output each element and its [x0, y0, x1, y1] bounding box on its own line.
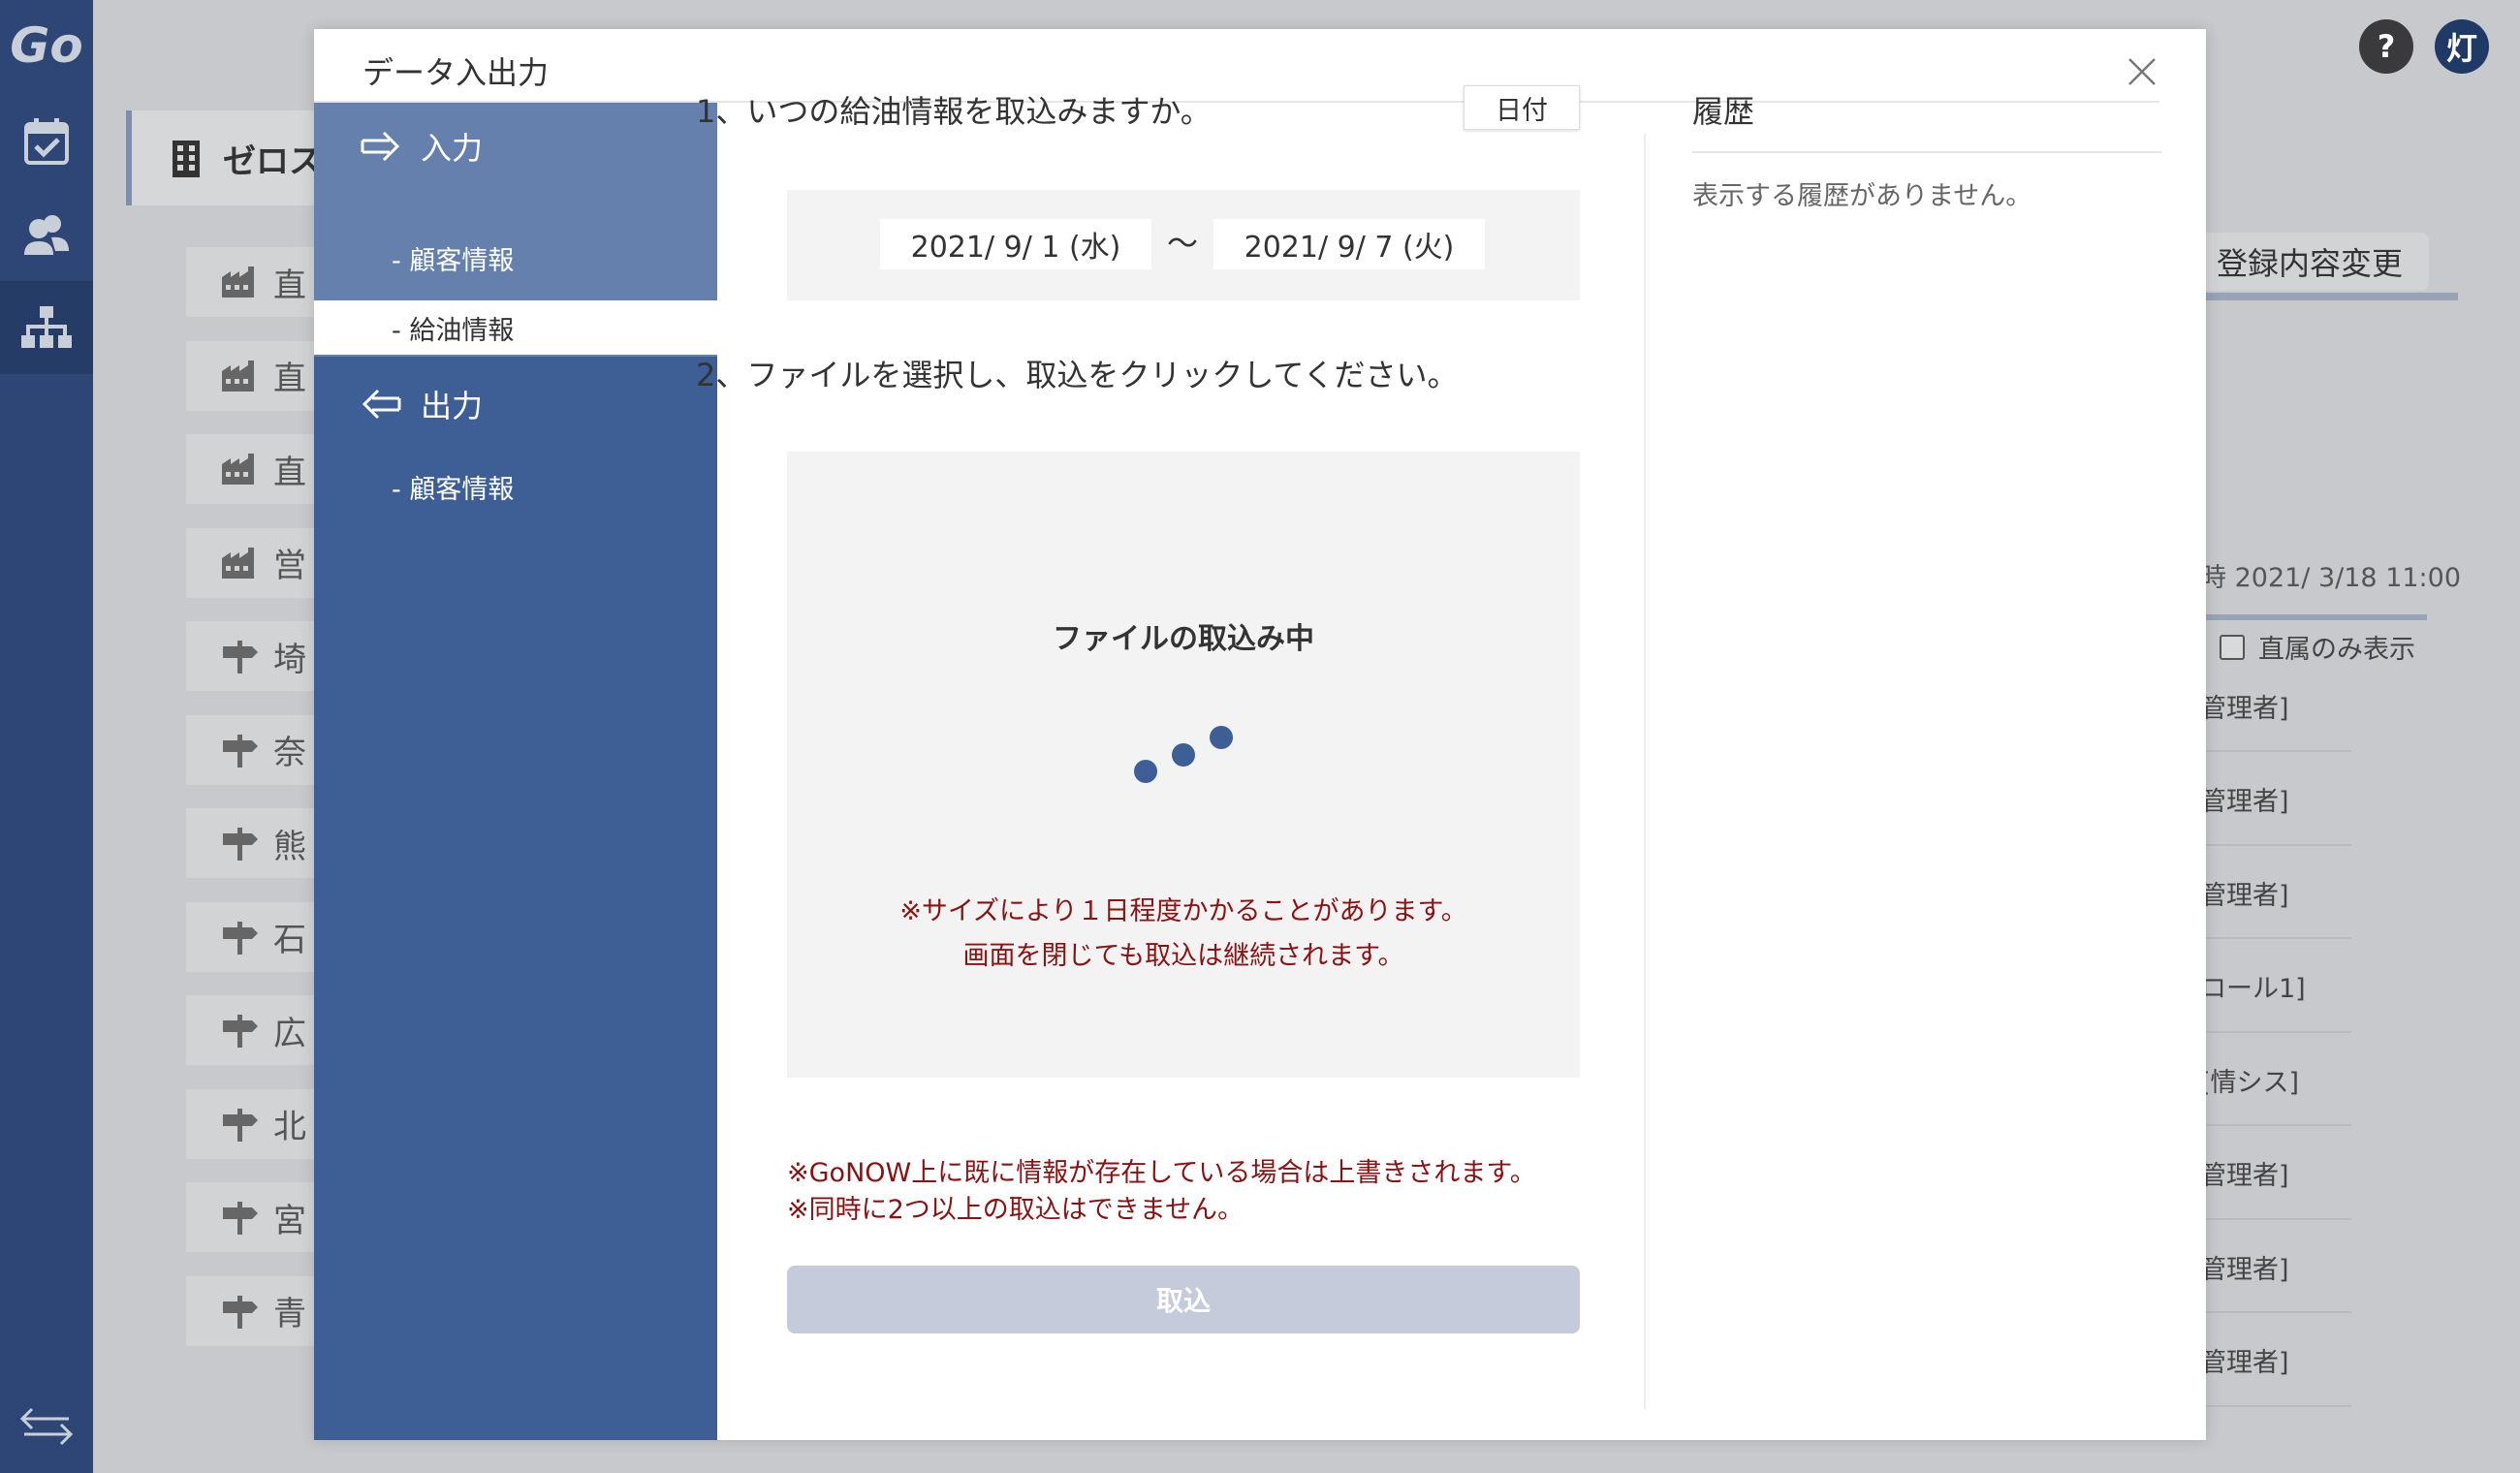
help-button[interactable]: ?	[2359, 19, 2413, 74]
close-button[interactable]	[2121, 50, 2163, 93]
swap-arrows-icon	[19, 1407, 74, 1446]
data-io-modal: データ入出力 入力 - 顧客情報 - 給油情報 出力 - 顧客情報 1、いつの給…	[314, 29, 2206, 1440]
org-item-label: 宮	[273, 1201, 306, 1240]
member-role: [情シス]	[2200, 1035, 2351, 1126]
history-empty-message: 表示する履歴がありません。	[1692, 181, 2032, 211]
organization-nav[interactable]	[0, 281, 93, 374]
member-role: ロール1]	[2200, 942, 2351, 1033]
history-divider	[1692, 151, 2161, 153]
history-title: 履歴	[1692, 93, 1755, 130]
org-item-label: 直	[273, 266, 306, 305]
help-label: ?	[2377, 28, 2396, 65]
calendar-check-icon	[24, 118, 69, 165]
input-label: 入力	[421, 130, 484, 167]
factory-icon-wrap	[221, 547, 262, 580]
date-to-input[interactable]: 2021/ 9/ 7 (火)	[1213, 219, 1485, 269]
factory-icon	[222, 454, 254, 485]
org-item-label: 熊	[273, 827, 306, 866]
divider-bar	[2200, 293, 2458, 300]
date-from-input[interactable]: 2021/ 9/ 1 (水)	[880, 219, 1151, 269]
org-item-label: 広	[273, 1014, 306, 1053]
member-role: 管理者]	[2200, 1222, 2351, 1313]
user-avatar[interactable]: 灯	[2435, 19, 2489, 74]
factory-icon-wrap	[221, 453, 262, 486]
signpost-icon-wrap	[221, 920, 262, 955]
signpost-icon	[223, 921, 258, 955]
import-button[interactable]: 取込	[787, 1266, 1580, 1333]
building-icon	[173, 141, 200, 177]
member-role: 管理者]	[2200, 1316, 2351, 1407]
signpost-icon-wrap	[221, 1200, 262, 1235]
signpost-icon-wrap	[221, 1013, 262, 1048]
users-nav[interactable]	[0, 188, 93, 281]
org-item-label: 埼	[273, 640, 306, 679]
user-initial: 灯	[2445, 30, 2477, 67]
signpost-icon	[223, 1015, 258, 1048]
date-separator: 〜	[1167, 225, 1199, 262]
org-title: ゼロス	[223, 141, 322, 181]
switch-nav[interactable]	[0, 1405, 93, 1448]
nav-input-customer[interactable]: - 顧客情報	[314, 231, 717, 285]
org-item-label: 石	[273, 921, 306, 959]
factory-icon	[222, 266, 254, 298]
signpost-icon	[223, 1108, 258, 1142]
signpost-icon-wrap	[221, 1294, 262, 1329]
member-role: 管理者]	[2200, 755, 2351, 846]
org-item-label: 営	[273, 547, 306, 585]
signpost-icon-wrap	[221, 733, 262, 768]
step1-heading: 1、いつの給油情報を取込みますか。	[696, 93, 1212, 130]
loading-spinner-icon	[1134, 726, 1233, 783]
close-icon	[2128, 58, 2156, 85]
input-section-header[interactable]: 入力	[361, 124, 483, 169]
file-drop-area[interactable]: ファイルの取込み中 ※サイズにより１日程度かかることがあります。 画面を閉じても…	[787, 452, 1580, 1078]
checkbox-box[interactable]	[2220, 634, 2245, 660]
org-item-label: 北	[273, 1108, 306, 1146]
arrow-left-icon	[362, 389, 401, 420]
member-role: 管理者]	[2200, 848, 2351, 939]
edit-registration-button[interactable]: 登録内容変更	[2190, 233, 2429, 291]
member-role: 管理者]	[2200, 1129, 2351, 1220]
signpost-icon-wrap	[221, 639, 262, 674]
step2-heading: 2、ファイルを選択し、取込をクリックしてください。	[696, 357, 1459, 393]
concurrent-note: ※同時に2つ以上の取込はできません。	[787, 1195, 1244, 1225]
signpost-icon-wrap	[221, 1107, 262, 1142]
signpost-icon	[223, 828, 258, 861]
output-section-header[interactable]: 出力	[361, 382, 483, 426]
org-item-label: 青	[273, 1295, 306, 1333]
signpost-icon	[223, 734, 258, 768]
loading-title: ファイルの取込み中	[1053, 622, 1314, 656]
calendar-nav[interactable]	[0, 95, 93, 188]
date-type-button[interactable]: 日付	[1464, 85, 1580, 130]
divider-bar	[2200, 614, 2427, 620]
app-logo: Go	[10, 17, 83, 74]
app-rail: Go	[0, 0, 93, 1473]
overwrite-note: ※GoNOW上に既に情報が存在している場合は上書きされます。	[787, 1158, 1536, 1188]
modal-title: データ入出力	[362, 54, 550, 91]
nav-input-fuel[interactable]: - 給油情報	[314, 300, 717, 355]
loading-note-duration: ※サイズにより１日程度かかることがあります。	[899, 896, 1467, 926]
factory-icon-wrap	[221, 266, 262, 298]
member-role: 管理者]	[2200, 661, 2351, 752]
arrow-right-icon	[361, 131, 400, 162]
date-range-panel: 2021/ 9/ 1 (水) 〜 2021/ 9/ 7 (火)	[787, 190, 1580, 300]
org-item-label: 直	[273, 453, 306, 492]
last-updated: 時 2021/ 3/18 11:00	[2200, 563, 2461, 593]
org-chart-icon	[21, 306, 72, 348]
loading-note-continue: 画面を閉じても取込は継続されます。	[962, 941, 1404, 971]
output-label: 出力	[421, 388, 484, 424]
column-divider	[1644, 134, 1646, 1409]
org-item-label: 直	[273, 360, 306, 398]
factory-icon	[222, 360, 254, 392]
signpost-icon	[223, 1202, 258, 1235]
signpost-icon	[223, 1295, 258, 1329]
factory-icon-wrap	[221, 360, 262, 392]
signpost-icon	[223, 641, 258, 674]
users-icon	[24, 215, 69, 255]
signpost-icon-wrap	[221, 826, 262, 861]
org-item-label: 奈	[273, 734, 306, 772]
io-sidenav: 入力 - 顧客情報 - 給油情報 出力 - 顧客情報	[314, 103, 717, 1440]
factory-icon	[222, 547, 254, 579]
nav-output-customer[interactable]: - 顧客情報	[314, 459, 717, 514]
